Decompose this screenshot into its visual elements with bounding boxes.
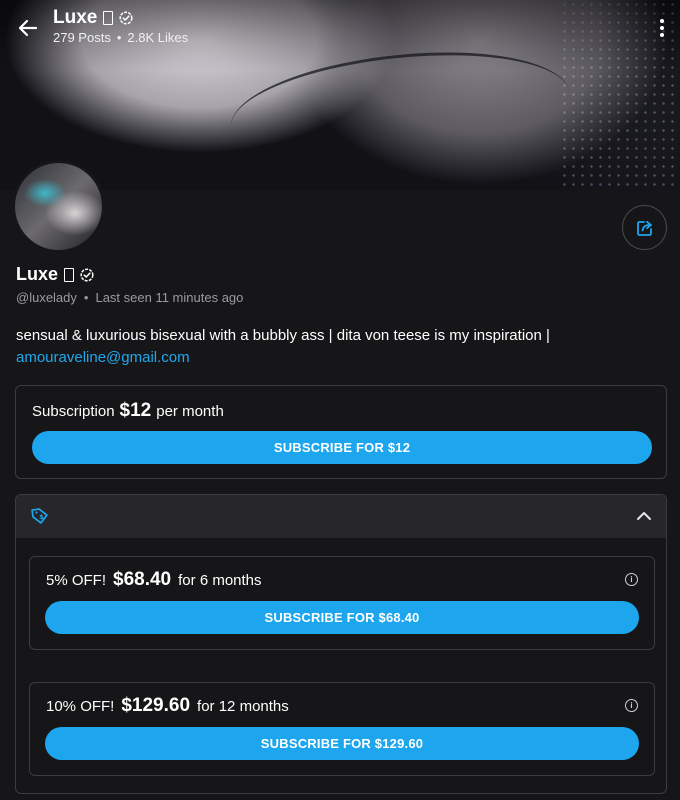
offer-duration: for 6 months xyxy=(178,572,262,589)
more-vertical-icon xyxy=(660,19,664,23)
avatar[interactable] xyxy=(12,160,105,253)
offer-duration: for 12 months xyxy=(197,698,289,715)
chevron-up-icon[interactable] xyxy=(636,510,652,522)
profile-handle: @luxelady xyxy=(16,290,77,305)
back-button[interactable] xyxy=(14,14,42,42)
offer-label: 5% OFF! $68.40 for 6 months xyxy=(46,569,262,591)
profile-bio: sensual & luxurious bisexual with a bubb… xyxy=(16,325,656,369)
more-options-button[interactable] xyxy=(652,14,672,42)
emoji-placeholder-icon xyxy=(103,11,114,25)
info-icon[interactable]: i xyxy=(625,699,638,712)
profile-meta: @luxelady • Last seen 11 minutes ago xyxy=(16,290,243,305)
offer-card-12-months: 10% OFF! $129.60 for 12 months i SUBSCRI… xyxy=(29,682,655,776)
subscription-price: $12 xyxy=(119,400,152,421)
verified-icon xyxy=(80,267,94,282)
header-title: Luxe xyxy=(53,7,133,29)
subscription-period: per month xyxy=(156,403,224,420)
header-name: Luxe xyxy=(53,7,98,28)
meta-separator: • xyxy=(83,290,89,305)
subscribe-button[interactable]: SUBSCRIBE FOR $12 xyxy=(32,431,652,464)
header-stats: 279 Posts • 2.8K Likes xyxy=(53,30,188,45)
arrow-left-icon xyxy=(18,19,38,37)
bundles-header[interactable]: $ xyxy=(16,495,666,538)
tag-icon: $ xyxy=(31,508,48,524)
bio-email-link[interactable]: amouraveline@gmail.com xyxy=(16,349,190,366)
offer-discount: 5% OFF! xyxy=(46,572,107,589)
share-icon xyxy=(636,220,652,236)
subscribe-12-months-button[interactable]: SUBSCRIBE FOR $129.60 xyxy=(45,727,639,760)
offer-card-6-months: 5% OFF! $68.40 for 6 months i SUBSCRIBE … xyxy=(29,556,655,650)
bio-text: sensual & luxurious bisexual with a bubb… xyxy=(16,327,550,344)
verified-icon xyxy=(119,11,133,25)
svg-text:$: $ xyxy=(39,513,44,521)
subscription-label-text: Subscription xyxy=(32,403,115,420)
offer-label: 10% OFF! $129.60 for 12 months xyxy=(46,695,289,717)
profile-name-text: Luxe xyxy=(16,264,59,284)
stats-separator: • xyxy=(116,30,122,45)
info-icon[interactable]: i xyxy=(625,573,638,586)
bundles-card: $ 5% OFF! $68.40 for 6 months i SUBSCRIB… xyxy=(15,494,667,794)
likes-count: 2.8K Likes xyxy=(127,30,189,45)
posts-count: 279 Posts xyxy=(53,30,111,45)
last-seen: Last seen 11 minutes ago xyxy=(95,290,244,305)
subscription-label: Subscription $12 per month xyxy=(32,400,224,422)
offer-price: $129.60 xyxy=(121,695,191,716)
subscribe-6-months-button[interactable]: SUBSCRIBE FOR $68.40 xyxy=(45,601,639,634)
emoji-placeholder-icon xyxy=(64,267,75,282)
top-bar: Luxe 279 Posts • 2.8K Likes xyxy=(0,0,680,55)
offer-discount: 10% OFF! xyxy=(46,698,115,715)
offer-price: $68.40 xyxy=(113,569,172,590)
profile-name: Luxe xyxy=(16,264,94,285)
share-button[interactable] xyxy=(622,205,667,250)
subscription-card: Subscription $12 per month SUBSCRIBE FOR… xyxy=(15,385,667,479)
